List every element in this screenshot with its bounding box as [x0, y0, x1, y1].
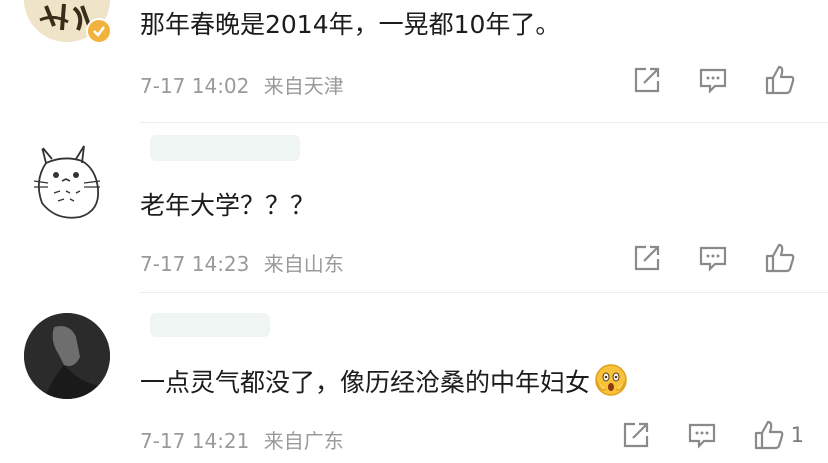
- comment-icon: [688, 423, 715, 449]
- comment-actions: [596, 242, 802, 274]
- comment-text: 那年春晚是2014年，一晃都10年了。: [140, 10, 561, 39]
- reply-button[interactable]: [698, 65, 728, 95]
- comment-actions: 1: [585, 419, 804, 451]
- like-button[interactable]: [764, 64, 802, 96]
- share-icon: [634, 245, 660, 271]
- share-button[interactable]: [621, 420, 651, 450]
- share-icon: [623, 422, 648, 448]
- like-button[interactable]: [764, 242, 802, 274]
- redacted-username: [150, 135, 300, 161]
- avatar[interactable]: [24, 141, 108, 225]
- like-button[interactable]: 1: [753, 419, 804, 451]
- like-icon: [765, 65, 795, 95]
- comment-location: 来自广东: [263, 429, 344, 453]
- like-count: 1: [790, 423, 804, 447]
- comment-meta: 7-17 14:21 来自广东: [140, 425, 344, 454]
- comment-text-body: 一点灵气都没了，像历经沧桑的中年妇女: [140, 368, 591, 397]
- verified-badge-icon: [86, 18, 112, 44]
- avatar[interactable]: [24, 313, 110, 399]
- redacted-username: [150, 313, 270, 337]
- comment-date: 7-17 14:23: [140, 252, 250, 276]
- share-button[interactable]: [632, 243, 662, 273]
- comment-text: 老年大学？？？: [140, 191, 316, 220]
- like-icon: [754, 420, 783, 450]
- reply-button[interactable]: [687, 420, 717, 450]
- comment-meta: 7-17 14:23 来自山东: [140, 248, 344, 277]
- comment-location: 来自山东: [263, 252, 344, 276]
- comment-actions: [596, 64, 802, 96]
- comment-icon: [699, 246, 727, 272]
- comment-location: 来自天津: [263, 74, 344, 98]
- comment-item: 一点灵气都没了，像历经沧桑的中年妇女 7-17 14:21 来自广东 1: [0, 293, 828, 463]
- share-icon: [634, 67, 660, 93]
- comment-date: 7-17 14:21: [140, 429, 250, 453]
- reply-button[interactable]: [698, 243, 728, 273]
- scared-emoji-icon: [594, 363, 628, 397]
- comment-icon: [699, 68, 727, 94]
- like-icon: [765, 243, 795, 273]
- share-button[interactable]: [632, 65, 662, 95]
- comment-item: 老年大学？？？ 7-17 14:23 来自山东: [0, 123, 828, 293]
- comment-date: 7-17 14:02: [140, 74, 250, 98]
- comment-meta: 7-17 14:02 来自天津: [140, 70, 344, 99]
- comment-item: 那年春晚是2014年，一晃都10年了。 7-17 14:02 来自天津: [0, 0, 828, 135]
- comment-text: 一点灵气都没了，像历经沧桑的中年妇女: [140, 363, 628, 399]
